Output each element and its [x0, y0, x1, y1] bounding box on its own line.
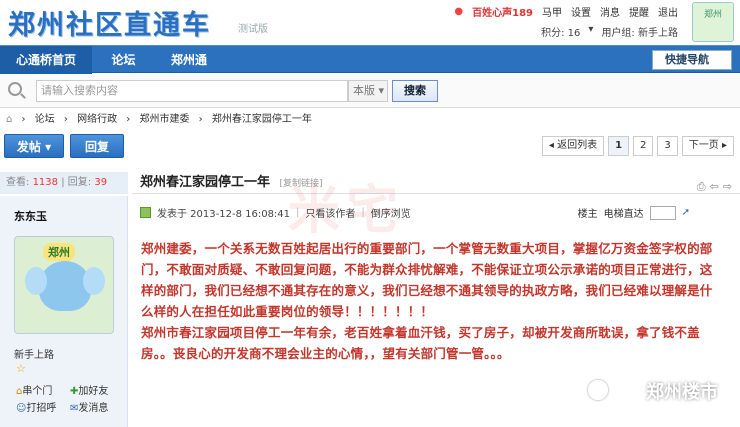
nav-item-forum[interactable]: 论坛 — [96, 46, 152, 74]
goto-icon[interactable]: ➚ — [682, 207, 690, 218]
thread-header: 郑州春江家园停工一年 [复制链接] ⎙ ⇦ ⇨ — [132, 172, 740, 194]
settings-link[interactable]: 设置 — [571, 4, 591, 19]
post-meta: 发表于 2013-12-8 16:08:41 | 只看该作者 | 倒序浏览 — [140, 205, 411, 220]
nav-item-home[interactable]: 心通桥首页 — [0, 46, 93, 74]
author-rank: 新手上路 — [14, 350, 54, 361]
post-button[interactable]: 发帖 ▾ — [4, 134, 64, 158]
site-logo[interactable]: 郑州社区直通车 — [8, 3, 211, 42]
online-status-icon — [140, 207, 151, 218]
chevron-down-icon[interactable]: ▾ — [588, 24, 593, 39]
next-page-button[interactable]: 下一页 ▸ — [681, 136, 734, 156]
pagination: ◂ 返回列表 1 2 3 下一页 ▸ — [541, 136, 734, 156]
search-scope-select[interactable]: 本版 ▾ — [348, 80, 388, 102]
search-icon — [8, 82, 22, 96]
search-scope-label: 本版 — [353, 84, 375, 97]
page-3[interactable]: 3 — [657, 136, 678, 156]
greet-icon: ☺ — [16, 403, 27, 414]
send-message-label: 发消息 — [78, 403, 109, 414]
add-friend-link[interactable]: ✚加好友 — [70, 382, 108, 397]
user-group-label: 用户组: 新手上路 — [601, 28, 678, 39]
quick-nav-button[interactable]: 快捷导航 — [652, 50, 732, 70]
reminders-link[interactable]: 提醒 — [629, 4, 649, 19]
breadcrumb: ⌂ › 论坛 › 网络行政 › 郑州市建委 › 郑州春江家园停工一年 — [6, 114, 312, 125]
author-sidebar: 东东玉 郑州 新手上路 ☆ ⌂串个门 ✚加好友 ☺打招呼 ✉发消息 — [0, 196, 128, 427]
star-icon: ☆ — [16, 362, 26, 375]
print-icon[interactable]: ⎙ — [697, 176, 706, 198]
avatar-badge: 郑州 — [43, 243, 75, 261]
post-time: 发表于 2013-12-8 16:08:41 — [157, 209, 291, 220]
post-content: 郑州建委，一个关系无数百姓起居出行的重要部门，一个掌管无数重大项目，掌握亿万资金… — [141, 238, 723, 364]
user-info: 积分: 16 ▾ 用户组: 新手上路 — [541, 24, 678, 39]
breadcrumb-forum[interactable]: 论坛 — [35, 114, 55, 125]
breadcrumb-board[interactable]: 郑州市建委 — [139, 114, 189, 125]
page-2[interactable]: 2 — [633, 136, 654, 156]
search-bar: 请输入搜索内容 本版 ▾ 搜索 — [0, 74, 740, 108]
post-paragraph: 郑州市春江家园项目停工一年有余，老百姓拿着血汗钱，买了房子，却被开发商所耽误，拿… — [141, 325, 700, 361]
top-header: 郑州社区直通车 测试版 ● 百姓心声189 马甲 设置 消息 提醒 退出 积分:… — [0, 0, 740, 44]
views-count: 1138 — [32, 177, 59, 188]
chevron-down-icon: ▾ — [378, 84, 385, 97]
replies-label: 回复: — [67, 177, 92, 188]
author-avatar[interactable]: 郑州 — [14, 236, 114, 334]
nav-item-zhengzhoutong[interactable]: 郑州通 — [155, 46, 223, 74]
back-to-list-button[interactable]: ◂ 返回列表 — [541, 136, 605, 156]
next-thread-icon[interactable]: ⇨ — [723, 176, 732, 198]
thread-stats: 查看: 1138 | 回复: 39 — [0, 172, 128, 194]
corner-watermark: 郑州楼市 — [646, 382, 718, 403]
thread-tools: ⎙ ⇦ ⇨ — [697, 176, 732, 198]
floor-nav: 楼主 电梯直达 ➚ — [578, 205, 690, 220]
page-1[interactable]: 1 — [608, 136, 630, 156]
chevron-down-icon: ▾ — [45, 140, 52, 154]
logo-subtitle: 测试版 — [238, 24, 268, 35]
views-label: 查看: — [6, 177, 30, 188]
visit-label: 串个门 — [22, 386, 53, 397]
prev-thread-icon[interactable]: ⇦ — [710, 176, 719, 198]
username-link[interactable]: 马甲 — [542, 4, 562, 19]
search-button[interactable]: 搜索 — [392, 80, 438, 102]
user-links: ● 百姓心声189 马甲 设置 消息 提醒 退出 — [454, 4, 678, 19]
post-label: 发帖 — [16, 140, 41, 154]
floor-label: 楼主 — [577, 209, 598, 220]
wechat-icon — [588, 380, 608, 400]
floor-input[interactable] — [649, 205, 676, 220]
send-message-link[interactable]: ✉发消息 — [70, 399, 108, 414]
author-name[interactable]: 东东玉 — [14, 208, 47, 224]
add-friend-label: 加好友 — [78, 386, 109, 397]
action-row: 发帖 ▾ 回复 ◂ 返回列表 1 2 3 下一页 ▸ — [0, 132, 740, 160]
main-nav: 心通桥首页 论坛 郑州通 快捷导航 — [0, 45, 740, 74]
reverse-order-link[interactable]: 倒序浏览 — [371, 205, 411, 220]
search-input[interactable]: 请输入搜索内容 — [36, 80, 348, 102]
messages-link[interactable]: 消息 — [600, 4, 620, 19]
elephant-icon — [25, 261, 105, 311]
greet-label: 打招呼 — [26, 403, 57, 414]
only-author-link[interactable]: 只看该作者 — [305, 205, 355, 220]
breadcrumb-thread[interactable]: 郑州春江家园停工一年 — [212, 114, 312, 125]
visit-link[interactable]: ⌂串个门 — [16, 382, 52, 397]
breadcrumb-category[interactable]: 网络行政 — [77, 114, 117, 125]
reply-button[interactable]: 回复 — [70, 134, 124, 158]
points-label[interactable]: 积分: 16 — [541, 24, 580, 39]
qq-label[interactable]: 百姓心声189 — [472, 4, 533, 19]
post-paragraph: 郑州建委，一个关系无数百姓起居出行的重要部门，一个掌管无数重大项目，掌握亿万资金… — [141, 241, 713, 319]
goto-floor-label: 电梯直达 — [603, 209, 644, 220]
home-icon[interactable]: ⌂ — [6, 114, 12, 125]
user-avatar[interactable]: 郑州 — [692, 2, 734, 42]
qq-icon: ● — [454, 6, 464, 17]
logout-link[interactable]: 退出 — [658, 4, 678, 19]
greet-link[interactable]: ☺打招呼 — [16, 399, 56, 414]
page-title: 郑州春江家园停工一年 — [140, 175, 271, 190]
replies-count: 39 — [94, 177, 108, 188]
